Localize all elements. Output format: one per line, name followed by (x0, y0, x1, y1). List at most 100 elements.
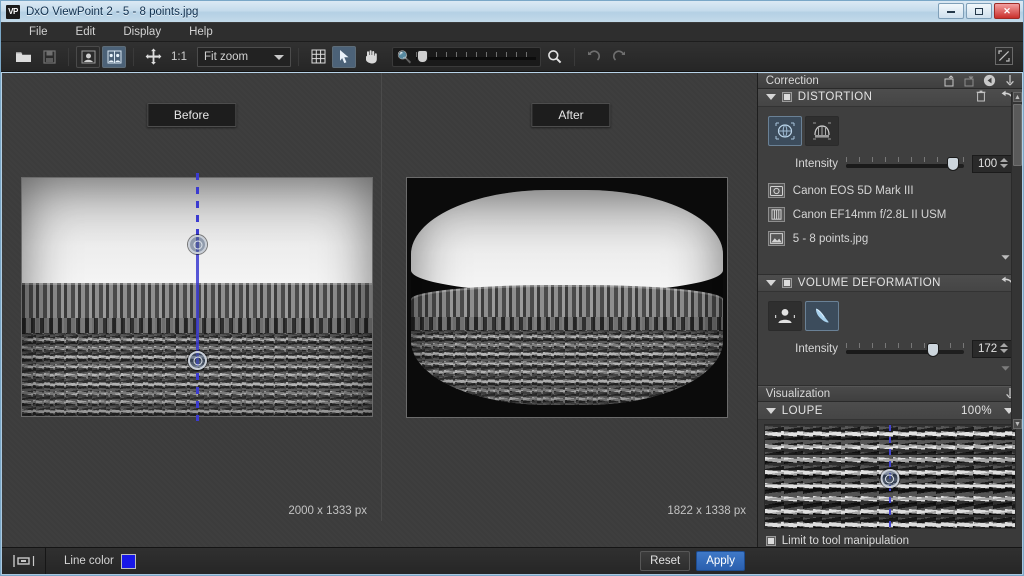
camera-name: Canon EOS 5D Mark III (792, 184, 914, 197)
window-controls: ✕ (938, 3, 1020, 19)
menu-file[interactable]: File (15, 22, 62, 42)
before-image-container[interactable] (21, 173, 373, 421)
filmstrip-icon[interactable] (2, 548, 46, 574)
volume-deformation-section-header[interactable]: VOLUME DEFORMATION (757, 274, 1022, 293)
correction-panel-title: Correction (765, 74, 819, 87)
lens-icon (767, 207, 785, 223)
distortion-intensity-label: Intensity (795, 157, 838, 170)
close-button[interactable]: ✕ (994, 3, 1020, 19)
trash-icon[interactable] (976, 90, 986, 105)
grid-icon[interactable] (306, 46, 330, 68)
limit-tool-row[interactable]: Limit to tool manipulation (758, 529, 1022, 547)
chevron-down-icon[interactable] (765, 94, 776, 101)
move-icon[interactable] (141, 46, 165, 68)
chevron-down-icon[interactable] (765, 280, 776, 286)
undo-icon[interactable] (582, 46, 606, 68)
image-viewer[interactable]: Before 2000 x 1333 px After 1822 x 1338 … (2, 73, 758, 547)
menu-bar: File Edit Display Help (1, 22, 1023, 42)
menu-edit[interactable]: Edit (62, 22, 110, 42)
minimize-button[interactable] (938, 3, 964, 19)
corrected-content (411, 190, 723, 405)
collapse-all-icon[interactable] (1003, 74, 1016, 87)
minimize-icon (947, 10, 955, 13)
fullscreen-icon[interactable] (995, 47, 1013, 65)
toolbar-separator-2 (133, 47, 134, 66)
after-image[interactable] (406, 177, 728, 418)
close-icon: ✕ (1003, 5, 1011, 16)
chevron-down-icon[interactable] (765, 407, 776, 414)
zoom-slider[interactable]: 🔍 (392, 46, 541, 67)
line-color-swatch[interactable] (120, 553, 136, 569)
correction-panel-scrollbar[interactable]: ▲ ▼ (1011, 92, 1022, 429)
distortion-intensity-input[interactable]: 100 (972, 154, 1012, 173)
title-bar: VP DxO ViewPoint 2 - 5 - 8 points.jpg ✕ (1, 1, 1023, 22)
zoom-level-select[interactable]: Fit zoom (197, 46, 291, 67)
distortion-intensity-slider[interactable] (846, 157, 964, 171)
guide-handle-bottom[interactable] (188, 351, 207, 370)
limit-tool-label: Limit to tool manipulation (781, 535, 909, 548)
line-color-control[interactable]: Line color (46, 553, 136, 569)
after-image-container[interactable] (406, 177, 728, 418)
apply-button[interactable]: Apply (696, 551, 745, 571)
save-icon[interactable] (37, 46, 61, 68)
zoom-in-icon[interactable] (543, 46, 567, 68)
zoom-ratio-label[interactable]: 1:1 (167, 51, 191, 63)
chevron-down-icon (274, 54, 284, 60)
zoom-out-icon[interactable]: 🔍 (397, 50, 412, 64)
volume-intensity-input[interactable]: 172 (972, 340, 1012, 359)
scroll-down-icon[interactable]: ▼ (1013, 419, 1022, 429)
volume-deformation-enable-checkbox[interactable] (781, 278, 792, 288)
correction-panel-header: Correction (757, 73, 1022, 89)
image-file-icon (767, 231, 785, 247)
guide-handle-top[interactable] (188, 235, 207, 254)
zoom-level-value: Fit zoom (204, 50, 249, 63)
scroll-up-icon[interactable]: ▲ (1013, 92, 1022, 102)
reset-button[interactable]: Reset (640, 551, 691, 571)
bottom-actions: Reset Apply (640, 551, 1022, 571)
volume-collapse-row (768, 362, 1012, 377)
auto-distortion-tool[interactable] (767, 115, 802, 146)
volume-deformation-title: VOLUME DEFORMATION (797, 277, 941, 289)
menu-help[interactable]: Help (175, 22, 227, 42)
single-view-icon[interactable] (76, 45, 100, 68)
spinner-up-icon[interactable] (1000, 343, 1008, 348)
vertical-guide-line[interactable] (188, 173, 207, 421)
pointer-icon[interactable] (332, 45, 356, 68)
distortion-section-header[interactable]: DISTORTION (757, 88, 1022, 107)
import-icon[interactable] (963, 74, 976, 87)
spinner-down-icon[interactable] (1000, 349, 1008, 354)
loupe-zoom-value[interactable]: 100% (961, 405, 992, 417)
slider-handle[interactable] (948, 158, 958, 171)
lens-row: Canon EF14mm f/2.8L II USM (767, 203, 1012, 227)
zoom-slider-track[interactable] (415, 51, 536, 62)
export-icon[interactable] (943, 74, 956, 87)
loupe-guide-handle[interactable] (880, 469, 900, 489)
reset-all-icon[interactable] (983, 74, 996, 87)
spinner-down-icon[interactable] (1000, 163, 1008, 168)
distortion-enable-checkbox[interactable] (781, 92, 792, 103)
menu-display[interactable]: Display (109, 22, 175, 42)
spinner-arrows[interactable] (1000, 343, 1008, 354)
limit-tool-checkbox[interactable] (765, 536, 776, 547)
loupe-section-header[interactable]: LOUPE 100% (757, 402, 1022, 421)
visualization-panel-title: Visualization (765, 388, 831, 401)
guide-dash-top (196, 173, 199, 237)
slider-handle[interactable] (928, 343, 938, 356)
maximize-button[interactable] (966, 3, 992, 19)
open-folder-icon[interactable] (11, 46, 35, 68)
zoom-slider-handle[interactable] (417, 51, 427, 62)
loupe-preview[interactable] (763, 424, 1016, 530)
diagonal-tool[interactable] (804, 301, 839, 332)
hand-icon[interactable] (358, 46, 382, 68)
redo-icon[interactable] (608, 46, 632, 68)
loupe-body (758, 420, 1022, 530)
manual-distortion-tool[interactable] (804, 115, 839, 146)
cylindrical-tool[interactable] (767, 301, 802, 332)
volume-intensity-slider[interactable] (846, 342, 964, 356)
spinner-up-icon[interactable] (1000, 157, 1008, 162)
volume-deformation-section-body: Intensity 172 (757, 292, 1022, 387)
scrollbar-thumb[interactable] (1013, 104, 1022, 166)
spinner-arrows[interactable] (1000, 157, 1008, 168)
compare-view-icon[interactable] (102, 45, 126, 68)
volume-intensity-row: Intensity 172 (768, 340, 1012, 359)
